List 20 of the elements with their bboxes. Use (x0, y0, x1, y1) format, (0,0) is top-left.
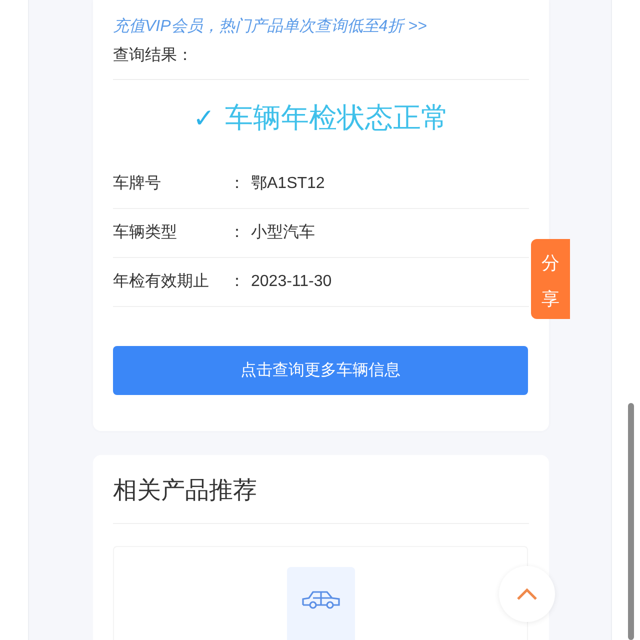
field-value: 鄂A1ST12 (251, 174, 325, 194)
field-colon: ： (229, 223, 246, 243)
field-value: 小型汽车 (251, 222, 315, 243)
field-label: 车牌号 (113, 174, 162, 194)
chevron-up-icon (516, 588, 538, 600)
field-colon: ： (229, 272, 246, 292)
vip-promo-link[interactable]: 充值VIP会员，热门产品单次查询低至4折 >> (113, 14, 529, 40)
field-label: 车辆类型 (113, 222, 178, 243)
car-icon (300, 589, 340, 611)
result-label: 查询结果： (113, 46, 194, 66)
section-title: 相关产品推荐 (113, 476, 258, 506)
share-tab[interactable]: 分享 (531, 239, 570, 319)
share-label: 分享 (542, 252, 560, 311)
field-colon: ： (229, 174, 246, 194)
status-text: 车辆年检状态正常 (225, 101, 449, 135)
field-label: 年检有效期止 (113, 272, 210, 292)
check-mark: ✓ (193, 102, 215, 134)
query-more-button[interactable]: 点击查询更多车辆信息 (113, 346, 528, 395)
product-tile[interactable] (286, 567, 354, 640)
field-value: 2023-11-30 (251, 272, 332, 292)
